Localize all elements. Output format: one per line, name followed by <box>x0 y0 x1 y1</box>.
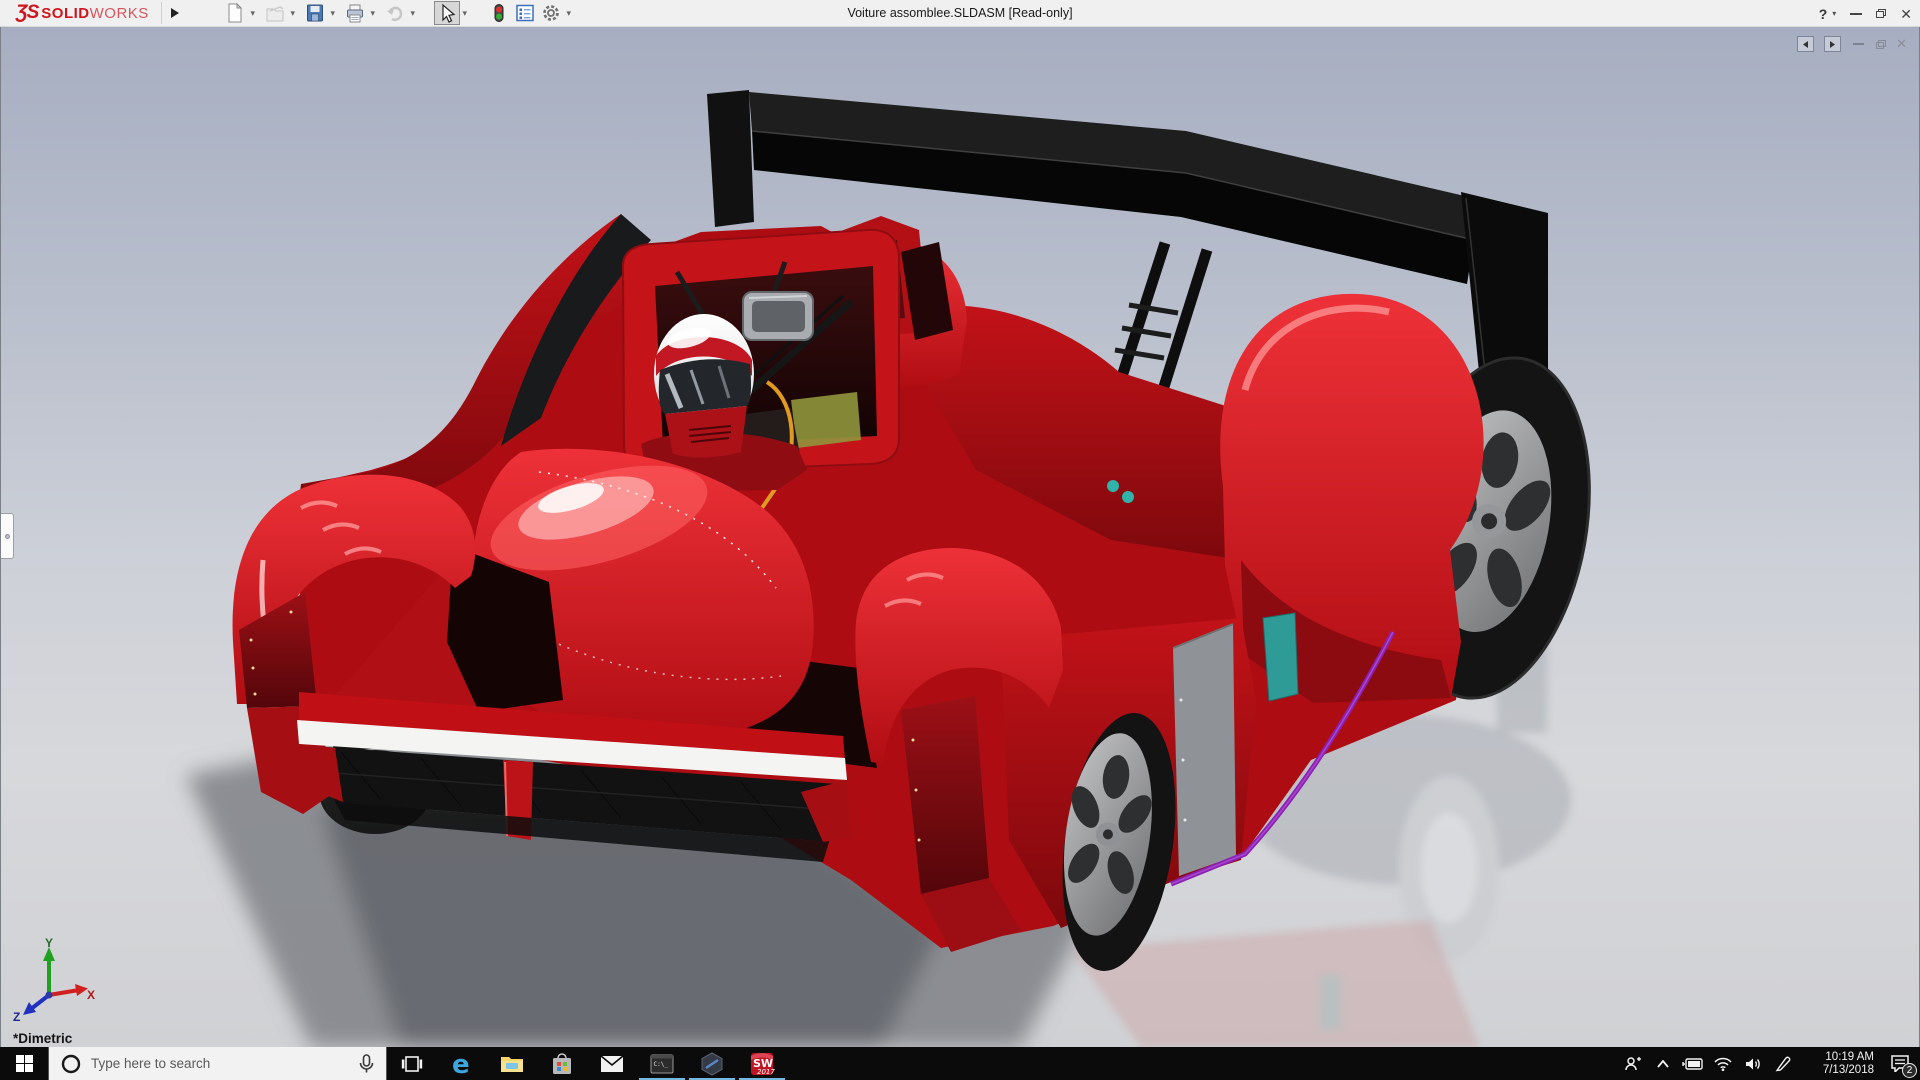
open-dropdown[interactable]: ▾ <box>288 8 298 19</box>
collapse-left-pane-button[interactable] <box>1797 36 1814 52</box>
mail-button[interactable] <box>587 1047 637 1080</box>
doc-close-button[interactable]: ✕ <box>1896 36 1907 52</box>
camera-pod <box>743 292 813 340</box>
display-settings-icon[interactable] <box>512 1 538 25</box>
cortana-icon <box>61 1054 81 1074</box>
start-button[interactable] <box>0 1047 48 1080</box>
notification-badge: 2 <box>1902 1063 1917 1078</box>
restore-button[interactable] <box>1876 9 1886 18</box>
action-center-button[interactable]: 2 <box>1880 1047 1920 1080</box>
tray-time: 10:19 AM <box>1802 1051 1874 1064</box>
microsoft-store-button[interactable] <box>537 1047 587 1080</box>
doc-minimize-button[interactable] <box>1853 43 1864 45</box>
help-button[interactable]: ? <box>1819 6 1828 22</box>
sw-icon-year: 2017 <box>757 1068 775 1076</box>
close-button[interactable]: ✕ <box>1900 7 1912 21</box>
solidworks-window: ƷS SOLID WORKS ▾ ▾ <box>0 0 1920 1080</box>
taskbar-app-icons: e <box>387 1047 787 1080</box>
battery-icon[interactable] <box>1678 1047 1708 1080</box>
speaker-icon[interactable] <box>1738 1047 1768 1080</box>
new-dropdown[interactable]: ▾ <box>248 8 258 19</box>
task-view-button[interactable] <box>387 1047 437 1080</box>
menu-flyout-arrow-icon[interactable] <box>166 3 184 23</box>
edrawings-button[interactable] <box>687 1047 737 1080</box>
cmd-icon-text: C:\_ <box>654 1061 669 1068</box>
people-icon[interactable] <box>1618 1047 1648 1080</box>
toolbar-separator <box>161 2 162 24</box>
rear-right-fender <box>1220 294 1483 703</box>
options-gear-icon[interactable] <box>538 1 564 25</box>
car-assembly-render[interactable] <box>1 27 1920 1047</box>
doc-restore-button[interactable] <box>1876 40 1886 49</box>
help-dropdown[interactable]: ▾ <box>1832 9 1836 18</box>
pen-icon[interactable] <box>1768 1047 1798 1080</box>
triad-z-label: Z <box>13 1010 20 1023</box>
save-dropdown[interactable]: ▾ <box>328 8 338 19</box>
triad-y-label: Y <box>45 937 53 950</box>
minimize-button[interactable] <box>1850 13 1862 15</box>
search-input[interactable] <box>91 1056 353 1071</box>
undo-button[interactable] <box>382 1 408 25</box>
brand-solid-text: SOLID <box>41 5 89 22</box>
save-button[interactable] <box>302 1 328 25</box>
new-document-button[interactable] <box>222 1 248 25</box>
taskbar-search[interactable] <box>48 1047 387 1080</box>
undo-dropdown[interactable]: ▾ <box>408 8 418 19</box>
svg-text:e: e <box>452 1051 470 1077</box>
window-title: Voiture assomblee.SLDASM [Read-only] <box>847 6 1072 20</box>
select-tool-button[interactable] <box>434 1 460 25</box>
command-prompt-button[interactable]: C:\_ <box>637 1047 687 1080</box>
tab-grip-dot <box>5 534 10 539</box>
stoplight-appearance-icon[interactable] <box>486 1 512 25</box>
print-dropdown[interactable]: ▾ <box>368 8 378 19</box>
solidworks-2017-button[interactable]: SW 2017 <box>737 1047 787 1080</box>
tray-clock[interactable]: 10:19 AM 7/13/2018 <box>1802 1051 1874 1077</box>
tray-date: 7/13/2018 <box>1802 1064 1874 1077</box>
solidworks-logo: ƷS SOLID WORKS <box>0 0 157 27</box>
triad-x-label: X <box>87 988 95 1002</box>
expand-right-pane-button[interactable] <box>1824 36 1841 52</box>
title-bar: ƷS SOLID WORKS ▾ ▾ <box>0 0 1920 27</box>
view-orientation-label: *Dimetric <box>13 1031 72 1046</box>
system-tray: 10:19 AM 7/13/2018 2 <box>1618 1047 1920 1080</box>
windows-taskbar: e <box>0 1047 1920 1080</box>
file-explorer-button[interactable] <box>487 1047 537 1080</box>
document-window-controls: ✕ <box>1797 36 1907 52</box>
window-controls: ? ▾ ✕ <box>1819 0 1912 27</box>
print-button[interactable] <box>342 1 368 25</box>
quick-access-toolbar: ▾ ▾ ▾ <box>222 1 578 25</box>
microphone-icon[interactable] <box>359 1054 374 1074</box>
options-dropdown[interactable]: ▾ <box>564 8 574 19</box>
solidworks-logo-mark: ƷS <box>16 2 38 24</box>
open-button[interactable] <box>262 1 288 25</box>
hidden-icons-chevron[interactable] <box>1648 1047 1678 1080</box>
brand-works-text: WORKS <box>90 5 149 22</box>
orientation-triad: Y X Z <box>9 937 95 1023</box>
wifi-icon[interactable] <box>1708 1047 1738 1080</box>
feature-tree-collapsed-tab[interactable] <box>1 513 14 559</box>
graphics-viewport[interactable]: ✕ Y X Z *Dimetric <box>0 27 1920 1047</box>
select-dropdown[interactable]: ▾ <box>460 8 470 19</box>
windows-logo-icon <box>16 1055 33 1072</box>
edge-browser-button[interactable]: e <box>437 1047 487 1080</box>
